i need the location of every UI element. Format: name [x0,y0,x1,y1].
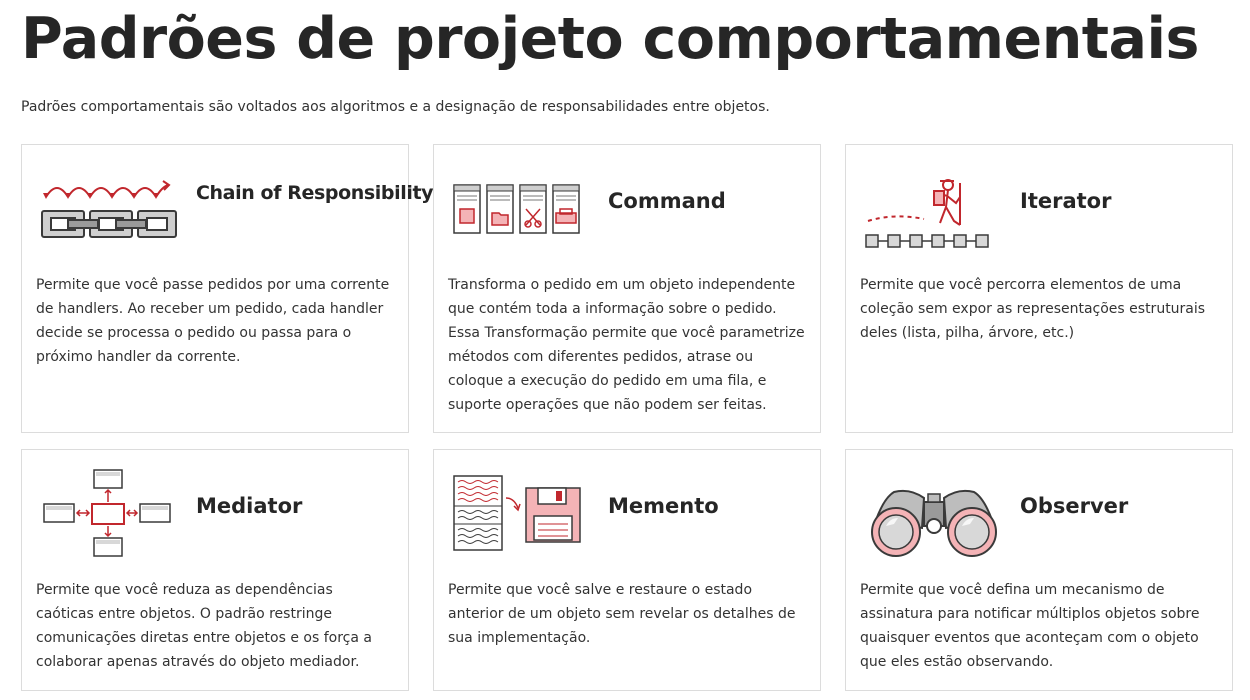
command-icon [452,173,592,273]
iterator-icon [864,173,1004,273]
pattern-card-mediator[interactable]: Mediator Permite que você reduza as depe… [21,449,409,691]
patterns-grid: Chain of Responsibility Permite que você… [21,144,1233,691]
pattern-card-command[interactable]: Command Transforma o pedido em um objeto… [433,144,821,433]
pattern-card-observer[interactable]: Observer Permite que você defina um meca… [845,449,1233,691]
pattern-description: Permite que você reduza as dependências … [36,582,372,670]
pattern-title: Memento [608,494,719,518]
pattern-description: Permite que você defina um mecanismo de … [860,582,1200,670]
pattern-description: Permite que você passe pedidos por uma c… [36,277,390,365]
observer-icon [864,468,1004,568]
pattern-title: Command [608,189,726,213]
page-intro: Padrões comportamentais são voltados aos… [21,99,770,115]
pattern-title: Observer [1020,494,1129,518]
pattern-description: Transforma o pedido em um objeto indepen… [448,277,805,413]
mediator-icon [40,468,180,568]
chain-of-responsibility-icon [40,173,180,273]
pattern-description: Permite que você salve e restaure o esta… [448,582,796,646]
pattern-card-chain-of-responsibility[interactable]: Chain of Responsibility Permite que você… [21,144,434,433]
page-title: Padrões de projeto comportamentais [21,6,1199,72]
pattern-title: Iterator [1020,189,1112,213]
pattern-card-memento[interactable]: Memento Permite que você salve e restaur… [433,449,821,691]
pattern-title: Mediator [196,494,303,518]
pattern-card-iterator[interactable]: Iterator Permite que você percorra eleme… [845,144,1233,433]
pattern-title: Chain of Responsibility [196,182,434,204]
memento-icon [452,468,592,568]
pattern-description: Permite que você percorra elementos de u… [860,277,1206,341]
